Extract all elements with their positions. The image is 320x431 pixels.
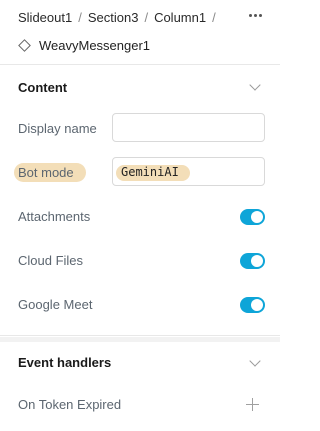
content-section: Content Display name Bot mode GeminiAI A… xyxy=(0,66,280,336)
event-handlers-section: Event handlers On Token Expired xyxy=(0,337,280,431)
bot-mode-input[interactable]: GeminiAI xyxy=(112,157,265,186)
add-handler-plus-icon[interactable] xyxy=(246,398,259,411)
attachments-label: Attachments xyxy=(18,209,91,224)
component-name[interactable]: WeavyMessenger1 xyxy=(39,38,150,53)
display-name-label: Display name xyxy=(18,121,97,136)
bot-mode-label: Bot mode xyxy=(14,163,86,182)
google-meet-label: Google Meet xyxy=(18,297,93,312)
event-handlers-title[interactable]: Event handlers xyxy=(18,355,111,370)
content-section-title[interactable]: Content xyxy=(18,80,67,95)
chevron-down-icon[interactable] xyxy=(249,79,261,91)
bot-mode-value: GeminiAI xyxy=(121,165,179,179)
breadcrumb-separator: / xyxy=(144,10,149,25)
breadcrumb: Slideout1 / Section3 / Column1 / xyxy=(18,10,222,25)
more-horizontal-icon[interactable] xyxy=(244,6,266,24)
breadcrumb-separator: / xyxy=(212,10,216,25)
google-meet-toggle[interactable] xyxy=(240,297,265,313)
breadcrumb-item-slideout[interactable]: Slideout1 xyxy=(18,10,72,25)
attachments-toggle[interactable] xyxy=(240,209,265,225)
breadcrumb-item-column[interactable]: Column1 xyxy=(154,10,206,25)
on-token-expired-label: On Token Expired xyxy=(18,397,122,412)
component-title: WeavyMessenger1 xyxy=(18,36,150,54)
diamond-icon xyxy=(18,38,31,52)
toggle-knob xyxy=(251,299,263,311)
cloud-files-label: Cloud Files xyxy=(18,253,84,268)
cloud-files-toggle[interactable] xyxy=(240,253,265,269)
display-name-input[interactable] xyxy=(112,113,265,142)
toggle-knob xyxy=(251,255,263,267)
chevron-down-icon[interactable] xyxy=(249,355,261,367)
breadcrumb-separator: / xyxy=(78,10,82,25)
inspector-header: Slideout1 / Section3 / Column1 / WeavyMesseng… xyxy=(0,0,280,65)
toggle-knob xyxy=(251,211,263,223)
breadcrumb-item-section[interactable]: Section3 xyxy=(88,10,139,25)
